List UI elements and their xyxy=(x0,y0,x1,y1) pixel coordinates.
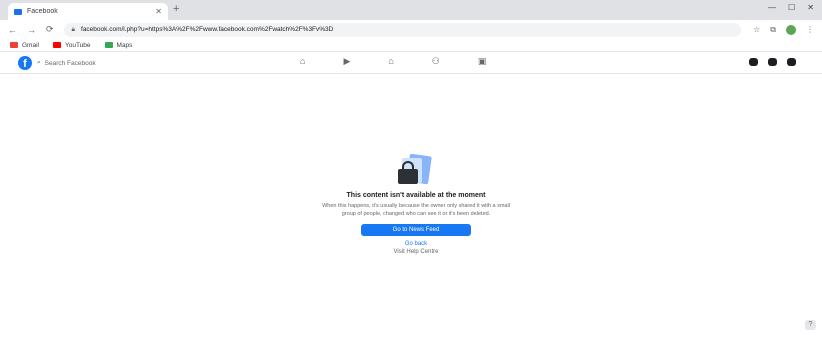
bookmark-star-icon[interactable]: ☆ xyxy=(753,25,760,34)
browser-tab[interactable]: Facebook ✕ xyxy=(8,3,168,20)
unavailable-description: When this happens, it's usually because … xyxy=(322,203,510,217)
help-button[interactable]: ? xyxy=(805,320,816,330)
window-controls: — ☐ ✕ xyxy=(768,3,814,12)
search-field[interactable]: ⌕ Search Facebook xyxy=(37,57,96,69)
bookmark-maps[interactable]: Maps xyxy=(104,41,133,49)
browser-menu-icon[interactable]: ⋮ xyxy=(806,25,814,34)
extensions-icon[interactable]: ⧉ xyxy=(770,25,776,35)
go-back-link[interactable]: Go back xyxy=(311,241,521,247)
youtube-icon xyxy=(52,42,61,48)
content-unavailable-panel: This content isn't available at the mome… xyxy=(311,153,521,255)
main-nav: ⌂ ▶ ⌂ ⚇ ▣ xyxy=(300,56,486,67)
go-to-news-feed-button[interactable]: Go to News Feed xyxy=(361,224,471,237)
locked-content-illustration-icon xyxy=(396,153,436,185)
bookmark-gmail[interactable]: Gmail xyxy=(10,42,39,49)
bookmarks-bar: Gmail YouTube Maps xyxy=(0,39,822,52)
minimize-button[interactable]: — xyxy=(768,3,776,12)
marketplace-icon[interactable]: ⌂ xyxy=(388,56,393,67)
back-button[interactable]: ← xyxy=(8,25,17,35)
toolbar-right: ☆ ⧉ ⋮ xyxy=(753,24,814,35)
close-tab-icon[interactable]: ✕ xyxy=(155,7,162,16)
groups-icon[interactable]: ⚇ xyxy=(432,56,440,67)
profile-avatar[interactable] xyxy=(786,24,796,35)
bookmark-label: Gmail xyxy=(22,41,39,49)
watch-icon[interactable]: ▶ xyxy=(343,56,350,67)
bookmark-label: YouTube xyxy=(64,41,91,49)
home-icon[interactable]: ⌂ xyxy=(300,56,305,67)
url-text: facebook.com/l.php?u=https%3A%2F%2Fwww.f… xyxy=(81,26,334,33)
search-icon: ⌕ xyxy=(37,59,41,66)
browser-tab-bar: Facebook ✕ + — ☐ ✕ xyxy=(0,0,822,20)
reload-button[interactable]: ⟳ xyxy=(46,24,54,35)
new-tab-button[interactable]: + xyxy=(173,3,179,15)
forward-button[interactable]: → xyxy=(27,25,36,35)
maps-icon xyxy=(104,42,113,48)
header-actions xyxy=(749,58,796,66)
facebook-logo[interactable]: f xyxy=(18,56,32,70)
url-field[interactable]: 🔒︎ facebook.com/l.php?u=https%3A%2F%2Fww… xyxy=(63,22,742,37)
address-bar-row: ← → ⟳ 🔒︎ facebook.com/l.php?u=https%3A%2… xyxy=(0,20,822,39)
menu-icon[interactable] xyxy=(749,58,758,66)
tab-title: Facebook xyxy=(27,8,58,15)
facebook-header: f ⌕ Search Facebook ⌂ ▶ ⌂ ⚇ ▣ xyxy=(0,52,822,74)
facebook-favicon-icon xyxy=(14,8,22,15)
search-placeholder: Search Facebook xyxy=(44,59,96,67)
bookmark-label: Maps xyxy=(116,41,133,49)
messenger-icon[interactable] xyxy=(768,58,777,66)
gmail-icon xyxy=(10,42,18,48)
help-centre-link[interactable]: Visit Help Centre xyxy=(311,249,521,255)
lock-icon: 🔒︎ xyxy=(71,25,76,33)
notifications-icon[interactable] xyxy=(787,58,796,66)
gaming-icon[interactable]: ▣ xyxy=(478,56,487,67)
unavailable-title: This content isn't available at the mome… xyxy=(346,192,486,199)
bookmark-youtube[interactable]: YouTube xyxy=(52,41,91,49)
maximize-button[interactable]: ☐ xyxy=(788,3,795,12)
close-window-button[interactable]: ✕ xyxy=(807,3,814,12)
